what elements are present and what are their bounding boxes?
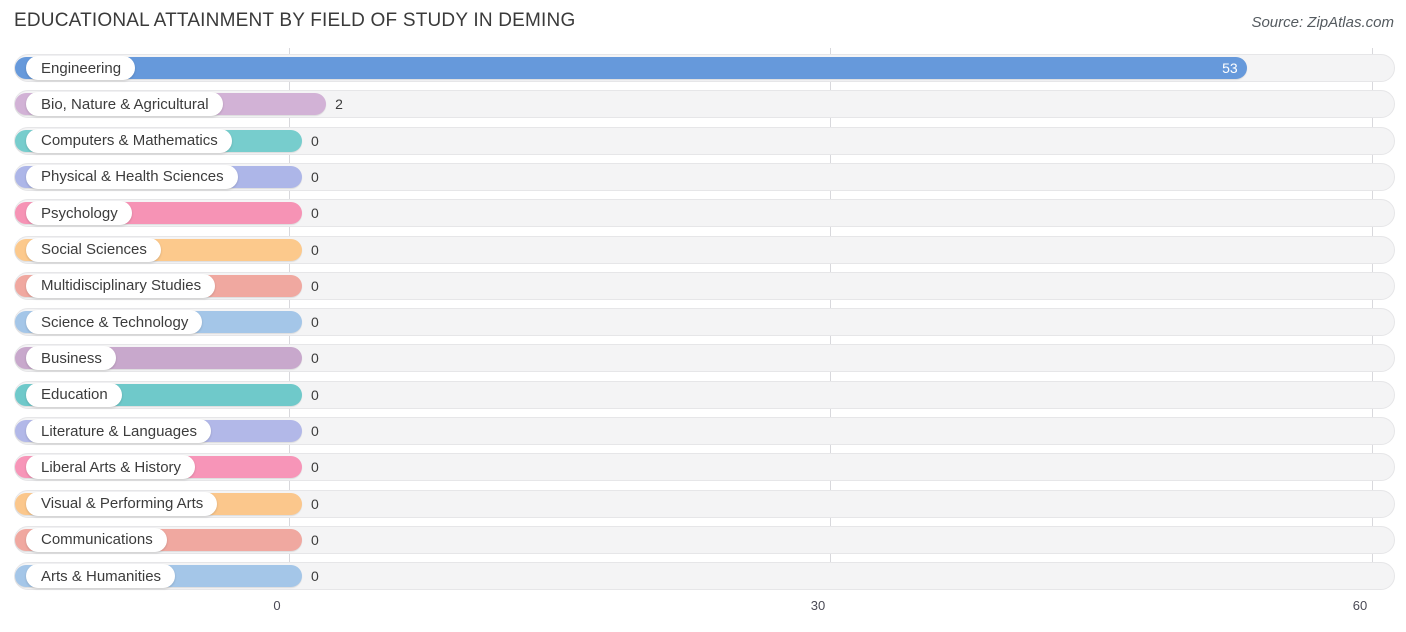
bar-label-text: Business	[41, 349, 102, 367]
bar-row: Computers & Mathematics 0	[14, 126, 1395, 155]
bar-row: Psychology 0	[14, 199, 1395, 228]
bar-value-label: 0	[311, 350, 319, 367]
x-axis-tick-60: 60	[1352, 598, 1368, 613]
bar-label-pill: Arts & Humanities	[26, 564, 176, 589]
bar-row: Bio, Nature & Agricultural 2	[14, 90, 1395, 119]
bar-label-pill: Liberal Arts & History	[26, 455, 196, 480]
bar-label-text: Multidisciplinary Studies	[41, 277, 202, 295]
bar-label-text: Arts & Humanities	[41, 567, 162, 585]
bar-value-label: 0	[311, 531, 319, 548]
bar-row: Visual & Performing Arts 0	[14, 489, 1395, 518]
bar-value-label: 53	[1222, 60, 1238, 76]
bar-value-label: 0	[311, 495, 319, 512]
bar-label-pill: Engineering	[26, 56, 136, 80]
bar-label-pill: Business	[26, 346, 116, 371]
bar-value-label: 0	[311, 568, 319, 585]
bar-row: Physical & Health Sciences 0	[14, 162, 1395, 191]
bar-row: Arts & Humanities 0	[14, 562, 1395, 591]
bar-label-text: Literature & Languages	[41, 422, 197, 440]
bar-label-pill: Psychology	[26, 201, 132, 226]
bar-value-label: 0	[311, 205, 319, 222]
bar-label-text: Education	[41, 386, 108, 404]
bar-label-pill: Physical & Health Sciences	[26, 164, 238, 189]
bar-label-text: Physical & Health Sciences	[41, 168, 224, 186]
bar-value-label: 0	[311, 277, 319, 294]
bar-label-text: Psychology	[41, 204, 118, 222]
bar-label-text: Computers & Mathematics	[41, 132, 218, 150]
bar-row: Multidisciplinary Studies 0	[14, 271, 1395, 300]
bar-row: Business 0	[14, 344, 1395, 373]
bar-label-pill: Multidisciplinary Studies	[26, 273, 216, 298]
bar-value-label: 0	[311, 459, 319, 476]
plot-area: Engineering 53 Bio, Nature & Agricultural 2…	[0, 48, 1406, 600]
bar-row: Engineering 53	[14, 54, 1395, 82]
bar-label-text: Engineering	[41, 59, 122, 77]
bar-label-pill: Bio, Nature & Agricultural	[26, 92, 223, 117]
bar-label-text: Science & Technology	[41, 313, 189, 331]
bar-value-label: 0	[311, 314, 319, 331]
bar-label-pill: Computers & Mathematics	[26, 128, 232, 153]
bar-label-text: Liberal Arts & History	[41, 458, 182, 476]
page-title: EDUCATIONAL ATTAINMENT BY FIELD OF STUDY…	[14, 10, 576, 31]
bar-fill[interactable]	[15, 57, 1247, 79]
bar-row: Education 0	[14, 380, 1395, 409]
bar-value-label: 0	[311, 423, 319, 439]
source-attribution: Source: ZipAtlas.com	[1251, 14, 1394, 31]
chart-container: EDUCATIONAL ATTAINMENT BY FIELD OF STUDY…	[0, 0, 1406, 632]
bar-label-pill: Science & Technology	[26, 310, 203, 335]
bar-label-pill: Education	[26, 382, 122, 407]
x-axis-tick-30: 30	[810, 598, 826, 613]
bar-label-text: Social Sciences	[41, 241, 147, 258]
bar-value-label: 0	[311, 241, 319, 258]
bar-row: Science & Technology 0	[14, 308, 1395, 337]
bar-row: Communications 0	[14, 525, 1395, 554]
bar-row: Social Sciences 0	[14, 235, 1395, 264]
bar-row: Liberal Arts & History 0	[14, 453, 1395, 482]
x-axis-tick-0: 0	[273, 598, 281, 613]
bar-value-label: 0	[311, 386, 319, 403]
bar-label-pill: Communications	[26, 527, 167, 552]
bar-value-label: 0	[311, 168, 319, 185]
bar-row: Literature & Languages 0	[14, 417, 1395, 445]
bar-label-pill: Visual & Performing Arts	[26, 491, 218, 516]
bar-label-pill: Social Sciences	[26, 237, 161, 262]
bar-label-text: Bio, Nature & Agricultural	[41, 95, 209, 113]
bar-label-pill: Literature & Languages	[26, 419, 211, 443]
x-axis: 0 30 60	[0, 598, 1406, 622]
bar-label-text: Visual & Performing Arts	[41, 495, 204, 513]
bar-label-text: Communications	[41, 531, 153, 549]
bar-value-label: 2	[335, 96, 343, 113]
bar-value-label: 0	[311, 132, 319, 149]
